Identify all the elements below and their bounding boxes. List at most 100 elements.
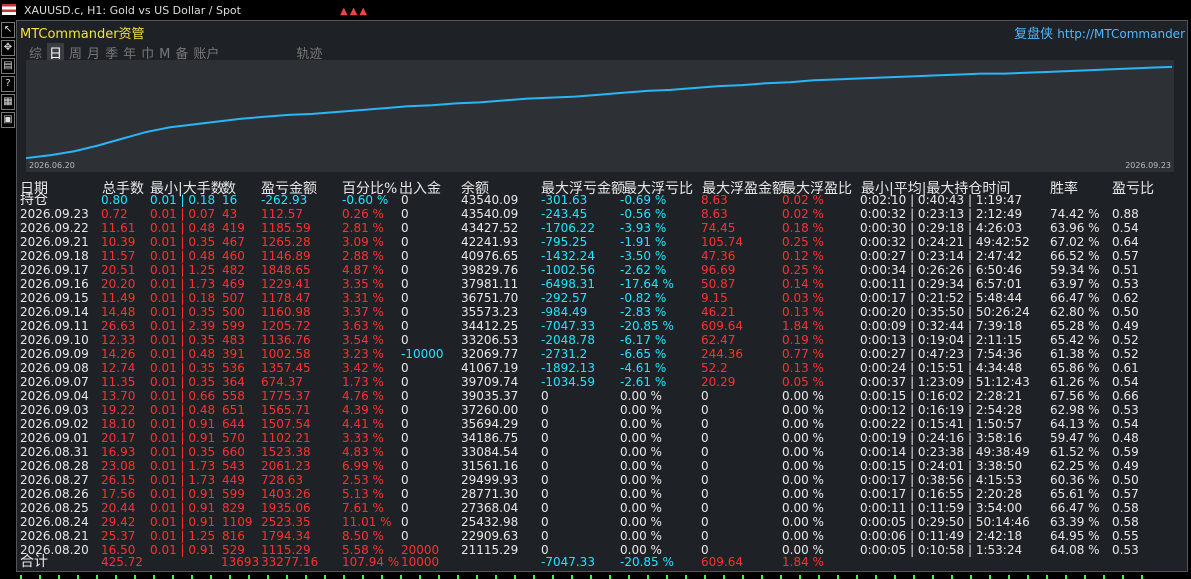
- total-mflp: -20.85 %: [620, 555, 674, 569]
- cell-pl: 1265.28: [261, 235, 311, 249]
- cell-win: 62.98 %: [1050, 403, 1100, 417]
- cell-mfgp: 0.00 %: [782, 417, 824, 431]
- cell-count: 43: [222, 207, 238, 221]
- cell-bal: 43540.09: [461, 207, 519, 221]
- price-tick-mark: [533, 575, 535, 579]
- price-tick-mark: [571, 575, 573, 579]
- cell-bal: 37981.11: [461, 277, 519, 291]
- grid-icon[interactable]: ▦: [1, 94, 15, 110]
- cell-pl: 1523.38: [261, 445, 311, 459]
- cell-io: 0: [401, 501, 409, 515]
- cell-pf: 0.54: [1112, 375, 1139, 389]
- cell-mfl: -243.45: [541, 207, 588, 221]
- cell-count: 644: [222, 417, 245, 431]
- cell-pct: 4.83 %: [342, 445, 384, 459]
- cell-win: 64.13 %: [1050, 417, 1100, 431]
- cell-pf: 0.88: [1112, 207, 1139, 221]
- cell-mfg: 74.45: [701, 221, 736, 235]
- price-tick-mark: [305, 575, 307, 579]
- cell-lots: 10.39: [101, 235, 136, 249]
- cell-mfg: 0: [701, 487, 709, 501]
- cell-lots: 19.22: [101, 403, 136, 417]
- cell-io: 0: [401, 235, 409, 249]
- cell-pf: 0.58: [1112, 515, 1139, 529]
- cell-minmax: 0.01 | 0.35: [150, 235, 216, 249]
- cell-bal: 43427.52: [461, 221, 519, 235]
- cell-pct: 3.23 %: [342, 347, 384, 361]
- price-tick-mark: [552, 575, 554, 579]
- cell-pl: 1102.21: [261, 431, 311, 445]
- help-icon[interactable]: ?: [1, 76, 15, 92]
- cell-date: 2026.08.25: [20, 501, 89, 515]
- cell-bal: 22909.63: [461, 529, 519, 543]
- arrow-icon[interactable]: ↖: [1, 22, 15, 38]
- move-icon[interactable]: ✥: [1, 40, 15, 56]
- cell-pl: 1794.34: [261, 529, 311, 543]
- cell-mfg: 46.21: [701, 305, 736, 319]
- col-header-13[interactable]: 胜率: [1050, 178, 1078, 198]
- window-icon[interactable]: ▣: [1, 112, 15, 128]
- price-tick-mark: [400, 575, 402, 579]
- cell-mfg: 244.36: [701, 347, 743, 361]
- cell-minmax: 0.01 | 0.91: [150, 487, 216, 501]
- cell-pct: 8.50 %: [342, 529, 384, 543]
- cell-mfg: 8.63: [701, 207, 728, 221]
- cell-pl: 2061.23: [261, 459, 311, 473]
- cell-mflp: -4.61 %: [620, 361, 667, 375]
- cell-mfl: -2731.2: [541, 347, 588, 361]
- cell-bal: 35694.29: [461, 417, 519, 431]
- cell-mfl: 0: [541, 403, 549, 417]
- cell-minmax: 0.01 | 0.35: [150, 361, 216, 375]
- total-count: 13693: [221, 555, 260, 569]
- cell-io: 0: [401, 207, 409, 221]
- cell-mfl: -795.25: [541, 235, 588, 249]
- cell-mfl: 0: [541, 487, 549, 501]
- cell-mfl: 0: [541, 459, 549, 473]
- cell-win: 65.28 %: [1050, 319, 1100, 333]
- cell-mflp: -3.93 %: [620, 221, 667, 235]
- cell-win: 59.47 %: [1050, 431, 1100, 445]
- cell-time: 0:00:14 | 0:23:38 | 49:38:49: [860, 445, 1030, 459]
- cell-mflp: -2.83 %: [620, 305, 667, 319]
- symbol-flag-icon: [2, 4, 16, 15]
- cell-lots: 16.93: [101, 445, 136, 459]
- cell-minmax: 0.01 | 1.73: [150, 459, 216, 473]
- cell-minmax: 0.01 | 2.39: [150, 319, 216, 333]
- cell-pct: 7.61 %: [342, 501, 384, 515]
- cell-bal: 28771.30: [461, 487, 519, 501]
- price-tick-mark: [723, 575, 725, 579]
- price-tick-mark: [970, 575, 972, 579]
- col-header-14[interactable]: 盈亏比: [1112, 178, 1154, 198]
- cell-lots: 26.15: [101, 473, 136, 487]
- cell-pct: 2.53 %: [342, 473, 384, 487]
- cell-pct: 4.39 %: [342, 403, 384, 417]
- trade-markers-icon: ▲▲▲: [340, 6, 370, 17]
- cell-time: 0:00:13 | 0:19:04 | 2:11:15: [860, 333, 1023, 347]
- cell-count: 829: [222, 501, 245, 515]
- mtcommander-panel: MTCommander资管 复盘侠 http://MTCommander 综日周…: [16, 20, 1188, 572]
- list-icon[interactable]: ▤: [1, 58, 15, 74]
- cell-mflp: -2.62 %: [620, 263, 667, 277]
- cell-pct: 1.73 %: [342, 375, 384, 389]
- cell-mfg: 0: [701, 501, 709, 515]
- cell-pct: 3.33 %: [342, 431, 384, 445]
- cell-mfg: 52.2: [701, 361, 728, 375]
- price-tick-mark: [96, 575, 98, 579]
- cell-mfgp: 0.25 %: [782, 263, 824, 277]
- cell-minmax: 0.01 | 0.91: [150, 417, 216, 431]
- x-end-label: 2026.09.23: [1125, 161, 1171, 170]
- holding-mfl: -301.63: [541, 193, 588, 207]
- cell-time: 0:00:24 | 0:15:51 | 4:34:48: [860, 361, 1023, 375]
- price-tick-mark: [438, 575, 440, 579]
- cell-mfl: 0: [541, 417, 549, 431]
- price-tick-mark: [324, 575, 326, 579]
- cell-date: 2026.08.24: [20, 515, 89, 529]
- cell-count: 467: [222, 235, 245, 249]
- cell-mflp: -0.56 %: [620, 207, 667, 221]
- cell-pct: 4.87 %: [342, 263, 384, 277]
- brand-url[interactable]: http://MTCommander: [1057, 27, 1185, 41]
- cell-win: 65.86 %: [1050, 361, 1100, 375]
- price-tick-mark: [39, 575, 41, 579]
- cell-mfg: 0: [701, 403, 709, 417]
- cell-lots: 20.20: [101, 277, 136, 291]
